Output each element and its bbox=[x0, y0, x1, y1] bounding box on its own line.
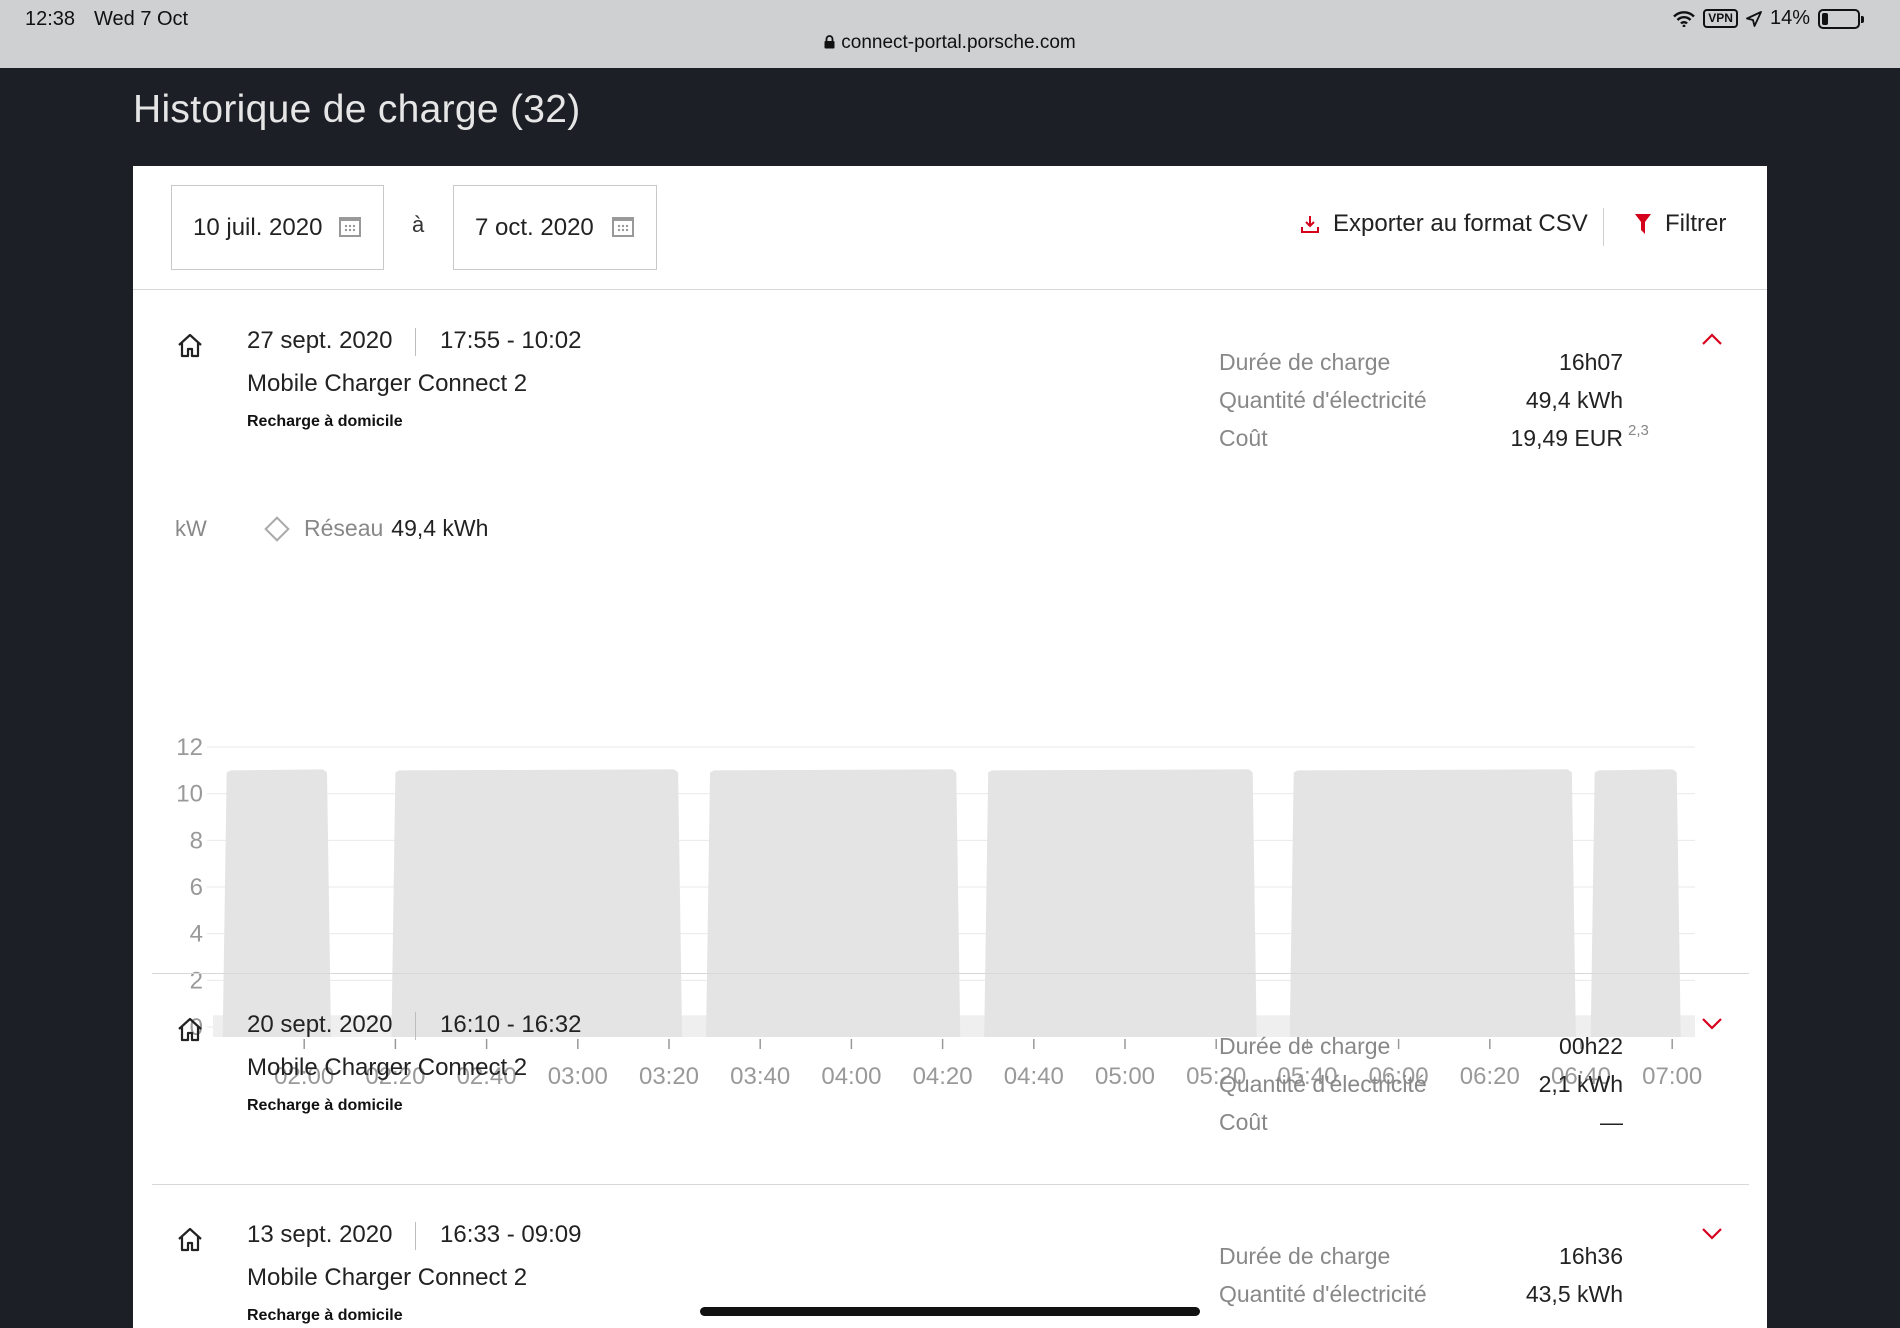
duration-label: Durée de charge bbox=[1219, 1243, 1391, 1269]
toolbar-divider bbox=[1603, 208, 1604, 246]
session-time-range: 16:33 - 09:09 bbox=[440, 1221, 582, 1248]
calendar-icon[interactable] bbox=[612, 217, 634, 237]
energy-value: 2,1 kWh bbox=[1538, 1071, 1623, 1097]
toolbar: 10 juil. 2020 à 7 oct. 2020 Exporter au … bbox=[133, 166, 1767, 290]
duration-value: 16h36 bbox=[1559, 1243, 1623, 1269]
filter-button[interactable]: Filtrer bbox=[1635, 210, 1726, 238]
session-separator bbox=[415, 1222, 416, 1250]
date-from-field[interactable]: 10 juil. 2020 bbox=[171, 185, 384, 270]
battery-percent: 14% bbox=[1769, 7, 1810, 29]
date-range-separator: à bbox=[412, 212, 425, 237]
date-to-field[interactable]: 7 oct. 2020 bbox=[453, 185, 657, 270]
home-icon bbox=[178, 1017, 202, 1042]
url-bar[interactable]: connect-portal.porsche.com bbox=[0, 32, 1900, 54]
chart-area-segment bbox=[391, 769, 683, 1037]
cost-value: 19,49 EUR bbox=[1510, 425, 1623, 452]
duration-value: 16h07 bbox=[1559, 349, 1623, 375]
vpn-badge: VPN bbox=[1703, 9, 1738, 28]
y-tick-label: 2 bbox=[190, 967, 203, 994]
location-icon bbox=[1746, 10, 1762, 27]
export-csv-label: Exporter au format CSV bbox=[1333, 210, 1588, 237]
legend-series-value: 49,4 kWh bbox=[391, 515, 489, 541]
session-date: 20 sept. 2020 bbox=[247, 1011, 393, 1038]
session-separator bbox=[415, 328, 416, 356]
x-tick-label: 03:40 bbox=[730, 1063, 790, 1090]
cost-label: Coût bbox=[1219, 425, 1268, 451]
chart-area-segment bbox=[222, 769, 331, 1037]
y-tick-label: 8 bbox=[190, 827, 203, 854]
session-type: Recharge à domicile bbox=[247, 1097, 403, 1114]
x-tick-label: 04:40 bbox=[1004, 1063, 1064, 1090]
y-tick-label: 4 bbox=[190, 921, 203, 948]
cost-label: Coût bbox=[1219, 1109, 1268, 1135]
chart-area-segment bbox=[984, 769, 1257, 1037]
status-bar: 12:38 Wed 7 Oct connect-portal.porsche.c… bbox=[0, 0, 1900, 68]
chevron-down-icon[interactable] bbox=[1701, 1017, 1723, 1031]
session-date: 27 sept. 2020 bbox=[247, 327, 393, 354]
session-device: Mobile Charger Connect 2 bbox=[247, 1264, 528, 1291]
battery-icon bbox=[1818, 8, 1864, 29]
date-from-value: 10 juil. 2020 bbox=[193, 213, 323, 241]
y-tick-label: 10 bbox=[176, 781, 203, 808]
energy-label: Quantité d'électricité bbox=[1219, 1281, 1427, 1307]
url-text: connect-portal.porsche.com bbox=[841, 32, 1076, 53]
duration-label: Durée de charge bbox=[1219, 349, 1391, 375]
x-tick-label: 03:20 bbox=[639, 1063, 699, 1090]
chevron-up-icon[interactable] bbox=[1701, 332, 1723, 346]
x-tick-label: 07:00 bbox=[1642, 1063, 1702, 1090]
session-separator bbox=[415, 1012, 416, 1040]
cost-amount: 19,49 EUR bbox=[1510, 425, 1623, 451]
session-type: Recharge à domicile bbox=[247, 1307, 403, 1324]
history-card: 10 juil. 2020 à 7 oct. 2020 Exporter au … bbox=[133, 166, 1767, 1328]
calendar-icon[interactable] bbox=[339, 217, 361, 237]
wifi-icon bbox=[1673, 10, 1696, 27]
row-divider bbox=[152, 973, 1749, 974]
lock-icon bbox=[824, 35, 835, 49]
chevron-down-icon[interactable] bbox=[1701, 1227, 1723, 1241]
duration-value: 00h22 bbox=[1559, 1033, 1623, 1059]
session-type: Recharge à domicile bbox=[247, 413, 403, 430]
x-tick-label: 06:20 bbox=[1460, 1063, 1520, 1090]
y-tick-label: 6 bbox=[190, 874, 203, 901]
session-device: Mobile Charger Connect 2 bbox=[247, 1054, 528, 1081]
filter-label: Filtrer bbox=[1665, 210, 1727, 237]
cost-footnote: 2,3 bbox=[1628, 422, 1649, 439]
filter-icon bbox=[1635, 214, 1651, 234]
chart-area-segment bbox=[1289, 769, 1576, 1037]
x-tick-label: 05:00 bbox=[1095, 1063, 1155, 1090]
chart-area-segment bbox=[706, 769, 961, 1037]
chart-legend: Réseau 49,4 kWh bbox=[264, 515, 489, 542]
download-icon bbox=[1301, 216, 1319, 233]
chart-y-unit: kW bbox=[175, 516, 207, 541]
session-time-range: 17:55 - 10:02 bbox=[440, 327, 582, 354]
x-tick-label: 04:20 bbox=[913, 1063, 973, 1090]
energy-label: Quantité d'électricité bbox=[1219, 387, 1427, 413]
page-title: Historique de charge (32) bbox=[133, 88, 581, 131]
energy-value: 49,4 kWh bbox=[1525, 387, 1623, 413]
legend-series-name: Réseau bbox=[304, 515, 384, 541]
energy-value: 43,5 kWh bbox=[1525, 1281, 1623, 1307]
home-icon bbox=[178, 1227, 202, 1252]
session-device: Mobile Charger Connect 2 bbox=[247, 370, 528, 397]
energy-label: Quantité d'électricité bbox=[1219, 1071, 1427, 1097]
home-icon bbox=[178, 333, 202, 358]
legend-diamond-icon bbox=[264, 515, 290, 542]
row-divider bbox=[152, 1184, 1749, 1185]
status-time: 12:38 bbox=[25, 8, 76, 30]
x-tick-label: 04:00 bbox=[821, 1063, 881, 1090]
date-to-value: 7 oct. 2020 bbox=[475, 213, 594, 241]
home-indicator bbox=[700, 1307, 1200, 1316]
session-date: 13 sept. 2020 bbox=[247, 1221, 393, 1248]
x-tick-label: 03:00 bbox=[548, 1063, 608, 1090]
status-date: Wed 7 Oct bbox=[94, 8, 189, 30]
cost-value: — bbox=[1600, 1109, 1623, 1135]
export-csv-button[interactable]: Exporter au format CSV bbox=[1301, 210, 1588, 238]
chart-area-segment bbox=[1590, 769, 1681, 1037]
session-time-range: 16:10 - 16:32 bbox=[440, 1011, 582, 1038]
duration-label: Durée de charge bbox=[1219, 1033, 1391, 1059]
y-tick-label: 12 bbox=[176, 734, 203, 761]
status-indicators: VPN 14% bbox=[1673, 7, 1864, 30]
